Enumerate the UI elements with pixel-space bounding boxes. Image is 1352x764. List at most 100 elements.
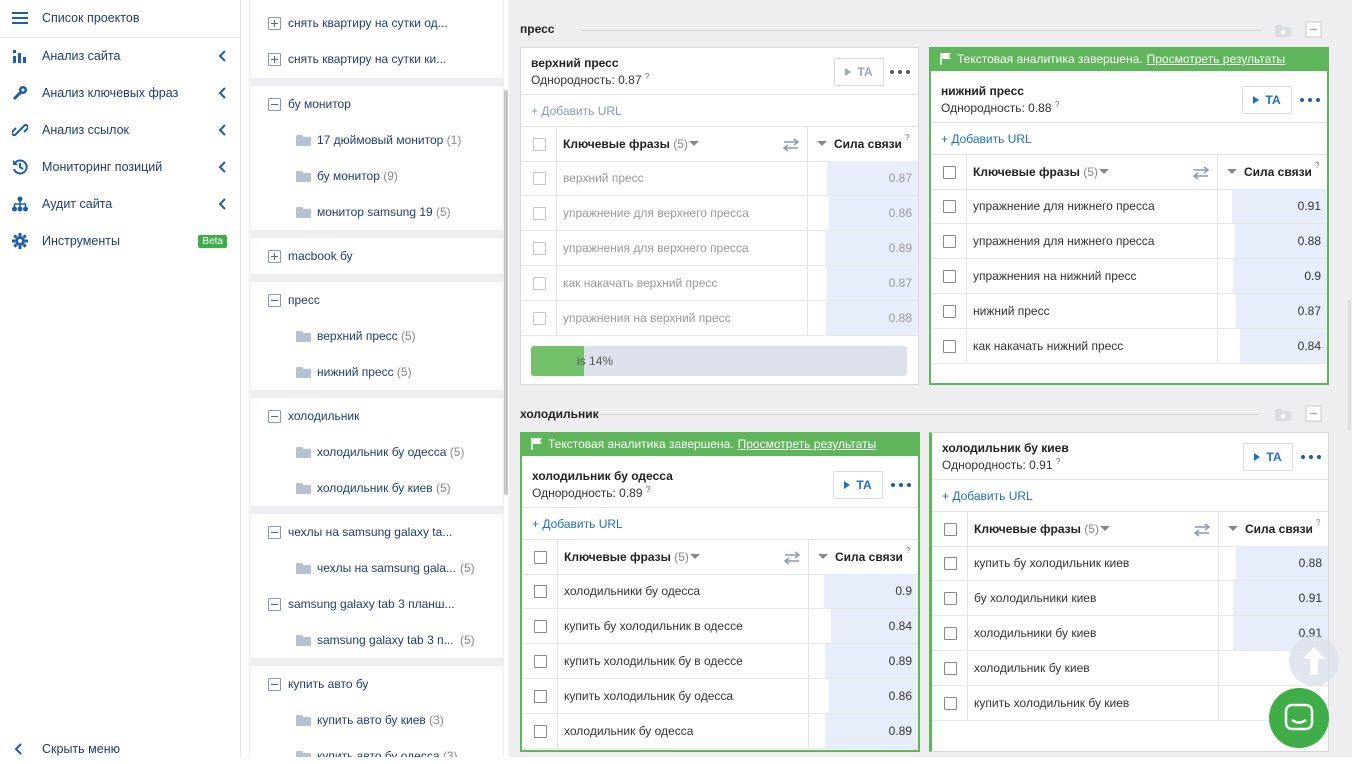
row-checkbox[interactable] (944, 592, 957, 605)
chevron-left-icon (218, 198, 226, 210)
ta-button[interactable]: ТА (1242, 86, 1292, 114)
collapse-icon[interactable] (268, 409, 281, 423)
tree-row[interactable]: пресс (250, 282, 503, 318)
row-checkbox[interactable] (944, 557, 957, 570)
tree-scrollbar[interactable] (504, 90, 508, 495)
row-checkbox[interactable] (944, 697, 957, 710)
sort-down-icon[interactable] (1100, 526, 1110, 531)
hide-menu-button[interactable]: Скрыть меню (0, 734, 241, 764)
tree-item[interactable]: купить авто бу одесса (3) (250, 738, 503, 757)
row-checkbox[interactable] (943, 340, 956, 353)
row-checkbox[interactable] (533, 242, 546, 255)
view-results-link[interactable]: Просмотреть результаты (738, 437, 877, 451)
expand-icon[interactable] (268, 249, 281, 263)
select-all-checkbox[interactable] (943, 166, 956, 179)
collapse-icon[interactable] (268, 597, 281, 611)
row-checkbox[interactable] (943, 305, 956, 318)
nav-project-list[interactable]: Список проектов (0, 3, 241, 33)
tree-item[interactable]: верхний пресс (5) (250, 318, 503, 354)
collapse-icon[interactable] (268, 525, 281, 539)
row-checkbox[interactable] (943, 200, 956, 213)
tree-row[interactable]: samsung galaxy tab 3 планш... (250, 586, 503, 622)
tree-item[interactable]: бу монитор (9) (250, 158, 503, 194)
swap-icon[interactable] (1192, 166, 1210, 180)
swap-icon[interactable] (1193, 523, 1211, 537)
tree-row[interactable]: снять квартиру на сутки од... (250, 5, 503, 41)
history-icon (10, 157, 30, 177)
scroll-top-button[interactable] (1289, 636, 1339, 686)
row-checkbox[interactable] (944, 662, 957, 675)
swap-icon[interactable] (783, 551, 801, 565)
collapse-section-icon[interactable] (1305, 405, 1323, 423)
nav-keyword-analysis[interactable]: Анализ ключевых фраз (0, 78, 241, 108)
more-icon[interactable] (890, 67, 910, 77)
sort-down-icon[interactable] (689, 141, 699, 146)
tree-item[interactable]: купить авто бу киев (3) (250, 702, 503, 738)
more-icon[interactable] (891, 480, 911, 490)
sort-down-icon[interactable] (1227, 169, 1237, 174)
more-icon[interactable] (1301, 452, 1321, 462)
row-checkbox[interactable] (533, 172, 546, 185)
sort-down-icon[interactable] (818, 554, 828, 559)
row-checkbox[interactable] (533, 277, 546, 290)
tree-row[interactable]: macbook бу (250, 238, 503, 274)
row-checkbox[interactable] (534, 690, 547, 703)
sort-down-icon[interactable] (1099, 169, 1109, 174)
tree-item[interactable]: чехлы на samsung gala... (5) (250, 550, 503, 586)
row-checkbox[interactable] (534, 655, 547, 668)
tree-row[interactable]: чехлы на samsung galaxy ta... (250, 514, 503, 550)
row-checkbox[interactable] (534, 585, 547, 598)
add-url-link[interactable]: + Добавить URL (532, 517, 623, 531)
add-url-link[interactable]: + Добавить URL (942, 489, 1033, 503)
section-divider (599, 414, 1259, 415)
row-checkbox[interactable] (534, 725, 547, 738)
expand-icon[interactable] (268, 16, 281, 30)
select-all-checkbox[interactable] (534, 551, 547, 564)
ta-button[interactable]: ТА (833, 471, 883, 499)
expand-icon[interactable] (268, 52, 281, 66)
tree-item[interactable]: холодильник бу киев (5) (250, 470, 503, 506)
swap-icon[interactable] (782, 138, 800, 152)
tree-item[interactable]: холодильник бу одесса (5) (250, 434, 503, 470)
ta-button[interactable]: ТА (1243, 443, 1293, 471)
tree-row[interactable]: снять квартиру на сутки ки... (250, 41, 503, 77)
nav-site-analysis[interactable]: Анализ сайта (0, 41, 241, 71)
nav-link-analysis[interactable]: Анализ ссылок (0, 115, 241, 145)
tree-item[interactable]: 17 дюймовый монитор (1) (250, 122, 503, 158)
row-checkbox[interactable] (534, 620, 547, 633)
collapse-icon[interactable] (268, 97, 281, 111)
sort-down-icon[interactable] (1228, 526, 1238, 531)
add-url-link[interactable]: + Добавить URL (941, 132, 1032, 146)
add-url-link[interactable]: + Добавить URL (531, 104, 622, 118)
tree-item[interactable]: нижний пресс (5) (250, 354, 503, 390)
select-all-checkbox[interactable] (533, 138, 546, 151)
add-folder-icon[interactable] (1274, 405, 1292, 423)
row-checkbox[interactable] (533, 207, 546, 220)
collapse-icon[interactable] (268, 293, 281, 307)
ta-button[interactable]: ТА (834, 58, 884, 86)
tree-row[interactable]: холодильник (250, 398, 503, 434)
main-scrollbar[interactable] (1348, 300, 1351, 430)
select-all-checkbox[interactable] (944, 523, 957, 536)
tree-item[interactable]: samsung galaxy tab 3 п... (5) (250, 622, 503, 658)
sort-down-icon[interactable] (690, 554, 700, 559)
row-checkbox[interactable] (943, 235, 956, 248)
add-folder-icon[interactable] (1274, 21, 1292, 39)
collapse-section-icon[interactable] (1305, 21, 1323, 39)
tree-row[interactable]: купить авто бу (250, 666, 503, 702)
nav-tools[interactable]: Инструменты Beta (0, 226, 241, 256)
row-checkbox[interactable] (533, 312, 546, 325)
tree-row[interactable]: бу монитор (250, 86, 503, 122)
nav-site-audit[interactable]: Аудит сайта (0, 189, 241, 219)
sidebar: Список проектов Анализ сайта Анализ ключ… (0, 0, 241, 757)
row-checkbox[interactable] (943, 270, 956, 283)
collapse-icon[interactable] (268, 677, 281, 691)
tree-item[interactable]: монитор samsung 19 (5) (250, 194, 503, 230)
view-results-link[interactable]: Просмотреть результаты (1147, 52, 1286, 66)
row-checkbox[interactable] (944, 627, 957, 640)
chat-button[interactable] (1269, 688, 1329, 748)
nav-position-monitoring[interactable]: Мониторинг позиций (0, 152, 241, 182)
arrow-up-icon (1303, 647, 1325, 675)
more-icon[interactable] (1300, 95, 1320, 105)
sort-down-icon[interactable] (817, 141, 827, 146)
